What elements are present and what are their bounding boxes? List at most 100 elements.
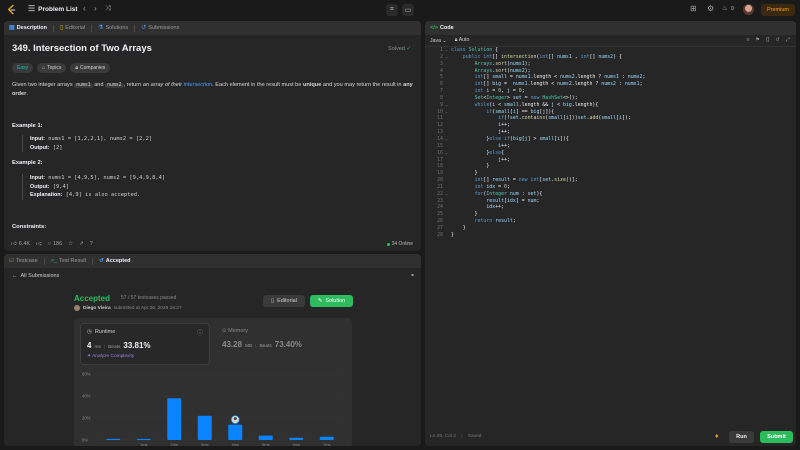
auto-mode-toggle[interactable]: 🔒︎ Auto xyxy=(455,37,470,44)
code-line[interactable]: 10 ⌄ if(small[i] == big[j]){ xyxy=(425,109,796,116)
code-token: = xyxy=(506,74,516,81)
tab-accepted[interactable]: ↺ Accepted xyxy=(99,258,130,264)
info-icon[interactable]: ⓘ xyxy=(197,328,203,337)
expand-icon[interactable]: ⤢ xyxy=(786,37,790,44)
braces-icon[interactable]: {} xyxy=(766,37,769,44)
align-icon[interactable]: ≡ xyxy=(746,37,749,44)
code-line[interactable]: 1 ⌄ class Solution { xyxy=(425,47,796,54)
code-token: [] xyxy=(548,53,558,60)
line-number: 13 xyxy=(437,129,443,136)
tab-editorial[interactable]: ▯ Editorial xyxy=(60,25,85,31)
line-number: 15 xyxy=(437,142,443,149)
code-line[interactable]: 6 int[] big = nums1.length < nums2.lengt… xyxy=(425,81,796,88)
debug-button[interactable]: ⌗ xyxy=(386,4,398,16)
lock-icon: 🔒︎ xyxy=(454,37,458,43)
tab-description[interactable]: ▤ Description xyxy=(9,25,47,31)
code-line[interactable]: 4 Arrays.sort(nums2); xyxy=(425,68,796,75)
testcases-passed: 57 / 57 testcases passed xyxy=(121,295,177,301)
code-line[interactable]: 2 ⌄ public int[] intersection(int[] nums1… xyxy=(425,54,796,61)
code-token: nums2 xyxy=(601,81,616,88)
code-line[interactable]: 22 ⌄ for(Integer num : set){ xyxy=(425,191,796,198)
code-line[interactable]: 27 } xyxy=(425,225,796,232)
memory-unit: MB xyxy=(245,344,253,349)
all-submissions-label: All Submissions xyxy=(20,273,60,279)
difficulty-chip[interactable]: Easy xyxy=(12,63,34,73)
code-line[interactable]: 25 } xyxy=(425,211,796,218)
leetcode-logo[interactable] xyxy=(6,4,17,16)
code-line[interactable]: 28 } xyxy=(425,232,796,239)
code-line[interactable]: 16 ⌄ }else{ xyxy=(425,150,796,157)
code-line[interactable]: 3 Arrays.sort(nums1); xyxy=(425,61,796,68)
bookmark-icon[interactable]: ⚑ xyxy=(755,37,760,44)
code-line[interactable]: 8 Set<Integer> set = new HashSet<>(); xyxy=(425,95,796,102)
code-token: ++; xyxy=(501,122,510,129)
streak-counter[interactable]: ♨ 0 xyxy=(722,5,734,13)
share-icon[interactable]: ↗ xyxy=(79,241,84,247)
code-line[interactable]: 24 idx++; xyxy=(425,204,796,211)
code-token: size xyxy=(554,177,566,184)
comments-button[interactable]: ○ 186 xyxy=(48,241,63,247)
like-button[interactable]: 👍︎ 6.4K xyxy=(11,241,30,247)
next-problem-icon[interactable]: › xyxy=(94,5,97,13)
run-button[interactable]: Run xyxy=(729,431,754,443)
user-name[interactable]: Diego Vieira xyxy=(83,306,111,311)
solution-button[interactable]: ✎ Solution xyxy=(310,295,353,307)
code-token: small xyxy=(492,74,507,81)
notes-button[interactable]: ▭ xyxy=(402,4,414,16)
editorial-button[interactable]: ▯ Editorial xyxy=(263,295,305,307)
premium-icon[interactable]: ♦ xyxy=(715,433,719,440)
code-line[interactable]: 7 int i = 0, j = 0; xyxy=(425,88,796,95)
code-line[interactable]: 21 int idx = 0; xyxy=(425,184,796,191)
topics-chip[interactable]: ⌂ Topics xyxy=(37,63,67,73)
code-token: set xyxy=(577,115,587,122)
runtime-box[interactable]: ◷ Runtime ⓘ 4 ms | Beats 33.81% ✦ Analyz… xyxy=(80,323,210,365)
code-line[interactable]: 5 int[] small = nums1.length < nums2.len… xyxy=(425,74,796,81)
code-line[interactable]: 20 int[] result = new int[set.size()]; xyxy=(425,177,796,184)
prev-problem-icon[interactable]: ‹ xyxy=(83,5,86,13)
x-tick-label: 7ms xyxy=(323,442,331,446)
problem-list-button[interactable]: ☰ Problem List xyxy=(28,5,78,13)
code-line[interactable]: 14 ⌄ }else if(big[j] > small[i]){ xyxy=(425,136,796,143)
code-line[interactable]: 23 result[idx] = num; xyxy=(425,198,796,205)
line-number: 2 xyxy=(440,53,443,60)
submitted-time: submitted at Apr 26, 2025 18:27 xyxy=(113,305,182,311)
shuffle-icon[interactable]: ⤨ xyxy=(105,5,111,12)
settings-icon[interactable]: ⚙ xyxy=(707,5,714,13)
layout-icon[interactable]: ⊞ xyxy=(690,5,697,13)
tab-testcase[interactable]: ☑ Testcase xyxy=(9,258,38,264)
analyze-complexity-link[interactable]: ✦ Analyze Complexity xyxy=(87,354,134,359)
code-line[interactable]: 12 i++; xyxy=(425,122,796,129)
tab-solutions[interactable]: ⚗ Solutions xyxy=(98,25,128,31)
language-select[interactable]: Java ⌄ xyxy=(430,38,447,44)
code-token: < xyxy=(554,101,563,108)
premium-button[interactable]: Premium xyxy=(761,4,795,16)
code-line[interactable]: 15 i++; xyxy=(425,143,796,150)
code-line[interactable]: 11 if(!set.contains(small[i]))set.add(sm… xyxy=(425,115,796,122)
code-line[interactable]: 17 j++; xyxy=(425,157,796,164)
tab-test-result[interactable]: >_ Test Result xyxy=(51,258,87,264)
memory-label[interactable]: ⊙ Memory xyxy=(222,328,248,334)
star-icon[interactable]: ☆ xyxy=(68,241,73,247)
code-token: class xyxy=(451,47,469,53)
code-line[interactable]: 9 ⌄ while(i < small.length && j < big.len… xyxy=(425,102,796,109)
line-number: 27 xyxy=(437,224,443,231)
help-icon[interactable]: ? xyxy=(90,241,93,247)
submit-button[interactable]: Submit xyxy=(760,431,793,443)
dislike-button[interactable]: 👎︎ xyxy=(36,241,42,247)
link-icon[interactable]: ⚭ xyxy=(410,272,415,279)
reset-icon[interactable]: ↺ xyxy=(775,37,779,44)
all-submissions-link[interactable]: ← All Submissions xyxy=(12,273,59,279)
tab-submissions[interactable]: ↺ Submissions xyxy=(141,25,179,31)
code-line[interactable]: 19 } xyxy=(425,170,796,177)
code-line[interactable]: 13 j++; xyxy=(425,129,796,136)
code-line[interactable]: 18 } xyxy=(425,163,796,170)
companies-chip[interactable]: 🔒︎ Companies xyxy=(70,63,111,73)
code-line[interactable]: 26 return result; xyxy=(425,218,796,225)
intersection-link[interactable]: intersection xyxy=(184,82,213,88)
code-token: ; xyxy=(506,183,510,190)
code-editor[interactable]: 1 ⌄ class Solution {2 ⌄ public int[] inters… xyxy=(425,47,796,239)
avatar[interactable] xyxy=(743,4,754,15)
